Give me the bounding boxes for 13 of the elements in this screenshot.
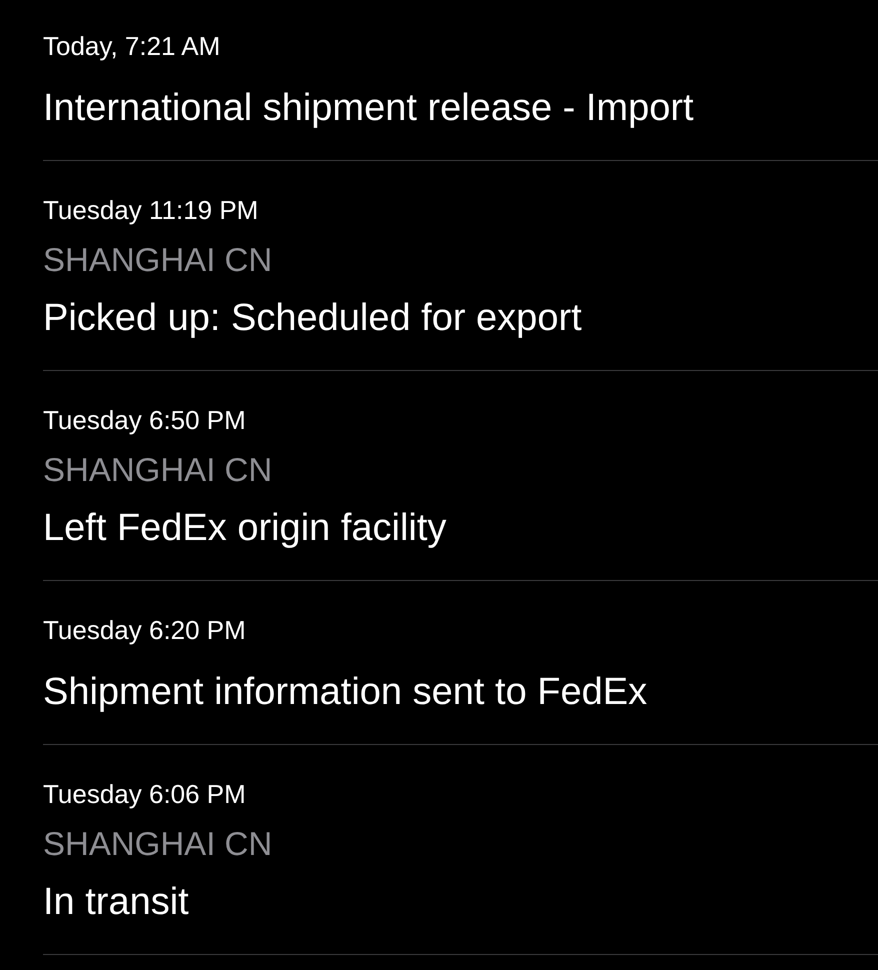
event-status: Picked up: Scheduled for export bbox=[43, 296, 583, 341]
event-status: Left FedEx origin facility bbox=[43, 506, 448, 551]
event-time: Tuesday 6:20 PM bbox=[43, 614, 247, 647]
event-time: Tuesday 11:19 PM bbox=[43, 194, 260, 227]
event-time: Tuesday 6:50 PM bbox=[43, 404, 247, 437]
event-location: SHANGHAI CN bbox=[43, 824, 274, 864]
event-location: SHANGHAI CN bbox=[43, 240, 274, 280]
event-status: In transit bbox=[43, 880, 190, 925]
event-time: Today, 7:21 AM bbox=[43, 30, 222, 63]
event-time: Tuesday 6:06 PM bbox=[43, 778, 247, 811]
event-status: International shipment release - Import bbox=[43, 86, 695, 131]
event-location: SHANGHAI CN bbox=[43, 450, 274, 490]
event-status: Shipment information sent to FedEx bbox=[43, 670, 648, 715]
